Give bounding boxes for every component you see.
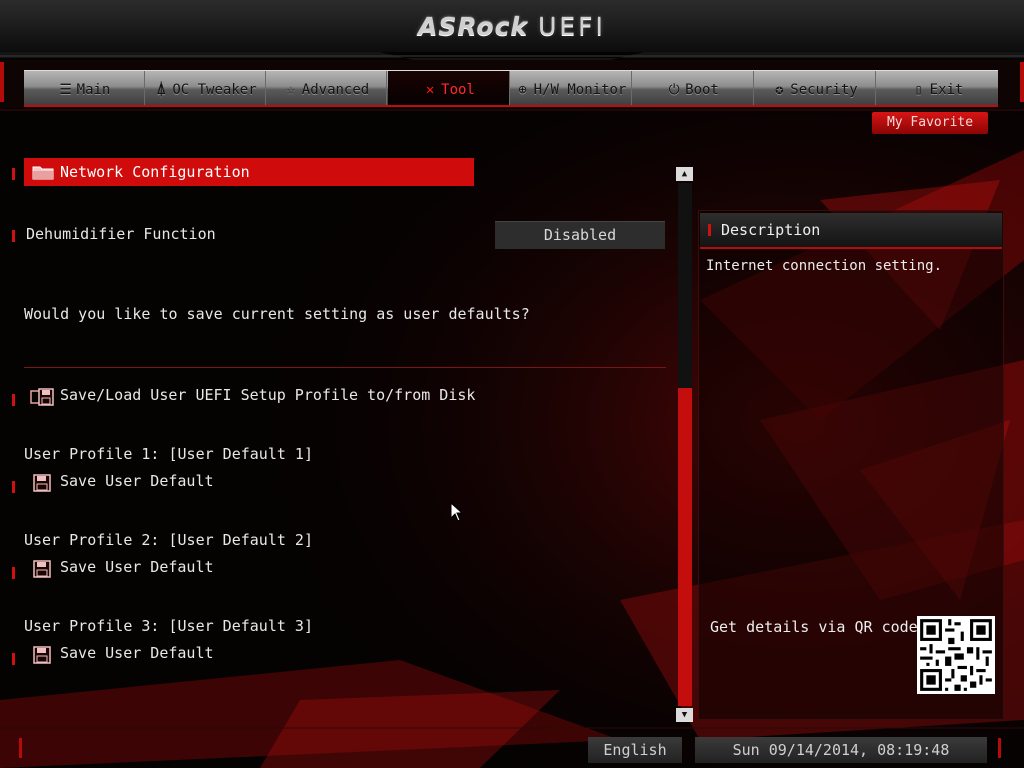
tab-exit[interactable]: ▯ Exit bbox=[876, 71, 998, 105]
main-tab-bar: ☰ Main ⍋ OC Tweaker ☆ Advanced ✕ Tool ⊕ H/W M… bbox=[24, 70, 998, 107]
dehumidifier-select[interactable]: Disabled bbox=[495, 221, 665, 249]
tab-security[interactable]: ✪ Security bbox=[754, 71, 876, 105]
save-defaults-prompt: Would you like to save current setting a… bbox=[24, 305, 530, 323]
user-profile-3-title: User Profile 3: [User Default 3] bbox=[24, 617, 313, 635]
tab-main[interactable]: ☰ Main bbox=[24, 71, 145, 105]
monitor-icon: ⊕ bbox=[518, 82, 527, 98]
row-marker bbox=[12, 567, 15, 579]
folder-icon bbox=[32, 166, 54, 180]
asrock-uefi-logo: ASRock UEFI bbox=[0, 12, 1024, 41]
row-marker bbox=[12, 481, 15, 493]
description-text: Internet connection setting. bbox=[706, 258, 943, 274]
logo-brand: ASRock bbox=[418, 12, 529, 41]
date-time-display: Sun 09/14/2014, 08:19:48 bbox=[695, 737, 987, 763]
tab-tool[interactable]: ✕ Tool bbox=[388, 71, 510, 105]
mouse-cursor-icon bbox=[450, 502, 464, 522]
tab-hw-monitor[interactable]: ⊕ H/W Monitor bbox=[510, 71, 632, 105]
scroll-up-arrow-icon[interactable]: ▲ bbox=[676, 167, 693, 181]
row-marker bbox=[12, 230, 15, 242]
save-user-default-2-button[interactable]: Save User Default bbox=[60, 558, 214, 576]
row-marker bbox=[12, 394, 15, 406]
tab-hw-monitor-label: H/W Monitor bbox=[533, 82, 627, 98]
list-icon: ☰ bbox=[59, 82, 72, 98]
language-button[interactable]: English bbox=[588, 737, 682, 763]
tab-boot-label: Boot bbox=[685, 82, 719, 98]
my-favorite-button[interactable]: My Favorite bbox=[872, 112, 988, 134]
shield-icon: ✪ bbox=[775, 82, 784, 98]
floppy-disk-icon bbox=[33, 646, 51, 664]
tab-oc-tweaker[interactable]: ⍋ OC Tweaker bbox=[145, 71, 266, 105]
user-profile-1-title: User Profile 1: [User Default 1] bbox=[24, 445, 313, 463]
network-configuration-item[interactable]: Network Configuration bbox=[24, 158, 474, 186]
disk-profile-icon bbox=[30, 388, 54, 406]
description-title: Description bbox=[721, 221, 821, 239]
scroll-down-arrow-icon[interactable]: ▼ bbox=[676, 708, 693, 722]
section-divider bbox=[24, 367, 666, 368]
dehumidifier-label: Dehumidifier Function bbox=[26, 225, 216, 243]
tab-security-label: Security bbox=[790, 82, 858, 98]
tab-exit-label: Exit bbox=[929, 82, 964, 98]
floppy-disk-icon bbox=[33, 560, 51, 578]
rocket-icon: ⍋ bbox=[157, 82, 166, 98]
network-configuration-label: Network Configuration bbox=[60, 163, 250, 181]
row-marker bbox=[12, 168, 15, 180]
tab-tool-label: Tool bbox=[441, 82, 475, 98]
save-user-default-3-button[interactable]: Save User Default bbox=[60, 644, 214, 662]
tab-oc-tweaker-label: OC Tweaker bbox=[172, 82, 257, 98]
power-icon: ⏻ bbox=[668, 82, 680, 98]
logo-product: UEFI bbox=[538, 12, 606, 41]
row-marker bbox=[708, 224, 711, 236]
floppy-disk-icon bbox=[33, 474, 51, 492]
tab-main-label: Main bbox=[76, 82, 111, 98]
qr-code-label: Get details via QR code bbox=[710, 618, 918, 636]
tab-boot[interactable]: ⏻ Boot bbox=[632, 71, 754, 105]
user-profile-2-title: User Profile 2: [User Default 2] bbox=[24, 531, 313, 549]
tab-advanced[interactable]: ☆ Advanced bbox=[266, 71, 387, 105]
door-icon: ▯ bbox=[914, 82, 923, 98]
row-marker bbox=[12, 653, 15, 665]
tool-icon: ✕ bbox=[425, 82, 435, 98]
tab-advanced-label: Advanced bbox=[301, 82, 370, 98]
scrollbar-thumb[interactable] bbox=[678, 388, 692, 706]
star-icon: ☆ bbox=[286, 82, 295, 98]
save-user-default-1-button[interactable]: Save User Default bbox=[60, 472, 214, 490]
qr-code-image bbox=[917, 616, 995, 694]
save-load-profile-item[interactable]: Save/Load User UEFI Setup Profile to/fro… bbox=[60, 386, 475, 404]
